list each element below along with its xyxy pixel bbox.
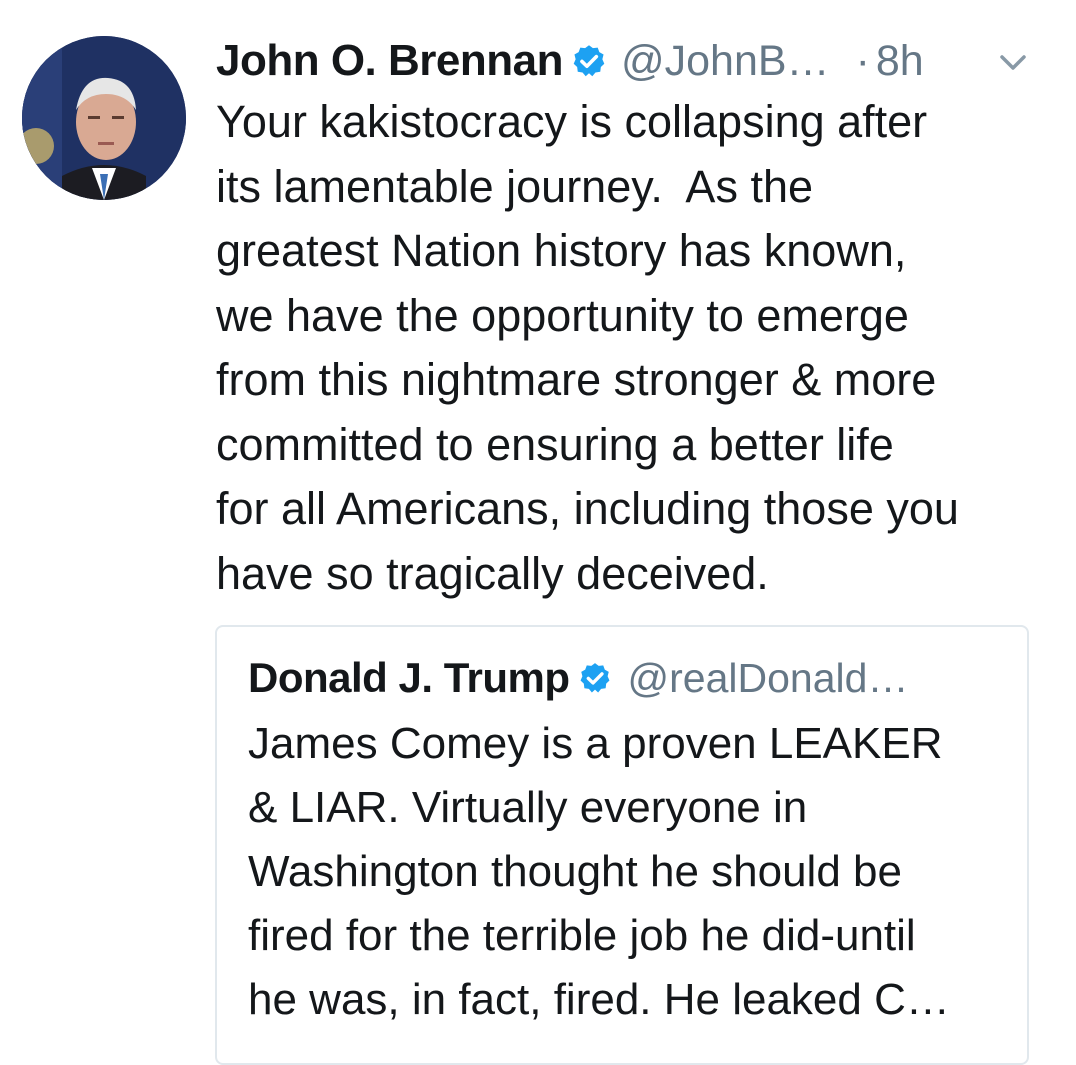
quoted-author-handle: @realDonald… (627, 654, 909, 701)
quoted-tweet-card[interactable]: Donald J. Trump @realDonald… James Comey… (215, 625, 1029, 1065)
quoted-tweet-header: Donald J. Trump @realDonald… (248, 647, 908, 709)
tweet-header: John O. Brennan @JohnB… · 8h (216, 30, 924, 92)
author-handle[interactable]: @JohnB… (621, 37, 830, 86)
chevron-down-icon[interactable] (994, 50, 1032, 76)
separator-dot: · (855, 36, 870, 85)
author-name[interactable]: John O. Brennan (216, 36, 563, 86)
verified-badge-icon (578, 661, 612, 695)
verified-badge-icon (571, 43, 607, 79)
quoted-tweet-text: James Comey is a proven LEAKER & LIAR. V… (248, 719, 950, 1024)
tweet-text: Your kakistocracy is collapsing after it… (216, 96, 959, 599)
author-avatar[interactable] (22, 36, 186, 200)
quoted-author-name: Donald J. Trump (248, 654, 570, 701)
tweet-timestamp[interactable]: 8h (876, 37, 924, 86)
